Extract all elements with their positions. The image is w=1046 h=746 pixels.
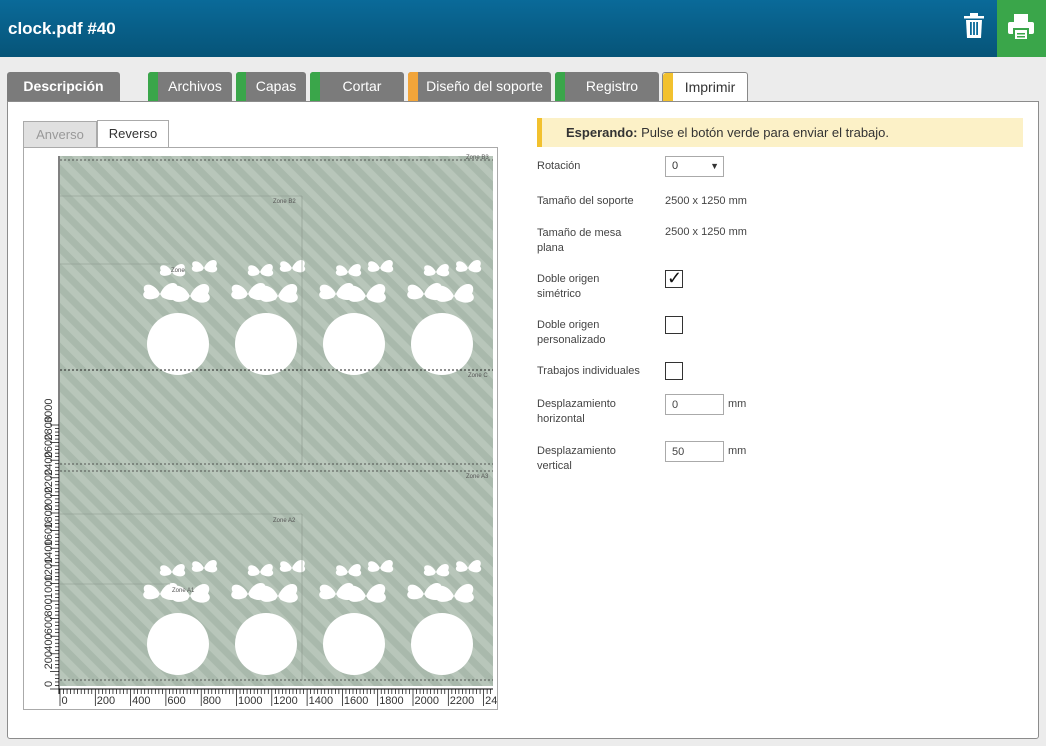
title-bar: clock.pdf #40 <box>0 0 1046 57</box>
individual-jobs-label: Trabajos individuales <box>537 365 640 377</box>
hshift-unit: mm <box>728 398 747 410</box>
status-mark <box>310 72 320 101</box>
rotation-select[interactable]: 0 ▼ <box>665 156 724 177</box>
x-tick-label: 1400 <box>309 695 333 707</box>
x-ruler: 0 200 400 600 800 1000 1200 1400 1600 1800 2000 220… <box>59 689 497 707</box>
tab-registro[interactable]: Registro <box>555 72 659 101</box>
tab-label: Cortar <box>342 78 382 94</box>
x-tick-label: 24 <box>485 695 497 707</box>
status-mark <box>555 72 565 101</box>
individual-jobs-checkbox[interactable] <box>665 362 683 380</box>
media-size-value: 2500 x 1250 mm <box>665 195 747 207</box>
zone-label: Zone C <box>468 373 488 379</box>
y-tick-label: 200 <box>43 651 55 669</box>
tab-label: Diseño del soporte <box>426 78 543 94</box>
table-size-label: Tamaño de mesa plana <box>537 226 621 256</box>
custom-origin-label-line: Doble origen <box>537 319 600 331</box>
layout-preview: Zone B3 Zone B2 Zone Zone C Zone A3 Zone… <box>23 147 498 710</box>
zone-label: Zone A2 <box>273 518 296 524</box>
hshift-label-line: horizontal <box>537 413 585 425</box>
x-tick-label: 2000 <box>415 695 439 707</box>
status-mark <box>408 72 418 101</box>
rotation-value: 0 <box>672 160 679 172</box>
tab-descripcion[interactable]: Descripción <box>7 72 120 101</box>
x-tick-label: 1600 <box>344 695 368 707</box>
tab-capas[interactable]: Capas <box>236 72 306 101</box>
status-banner: Esperando: Pulse el botón verde para env… <box>537 118 1023 147</box>
vshift-label: Desplazamiento vertical <box>537 444 616 474</box>
status-title: Esperando: <box>566 125 638 140</box>
sym-origin-label-line: simétrico <box>537 288 582 300</box>
y-tick-label: 800 <box>43 598 55 616</box>
tab-label: Archivos <box>168 78 222 94</box>
tab-label: Capas <box>255 78 297 94</box>
printer-icon <box>1008 14 1034 40</box>
custom-origin-checkbox[interactable] <box>665 316 683 334</box>
custom-origin-label: Doble origen personalizado <box>537 318 606 348</box>
sym-origin-label: Doble origen simétrico <box>537 272 599 302</box>
x-tick-label: 1000 <box>238 695 262 707</box>
tab-archivos[interactable]: Archivos <box>148 72 232 101</box>
tab-label: Imprimir <box>684 79 736 95</box>
sym-origin-label-line: Doble origen <box>537 273 600 285</box>
table-size-value: 2500 x 1250 mm <box>665 226 747 238</box>
sym-origin-checkbox[interactable]: ✓ <box>665 268 683 288</box>
tab-diseno-soporte[interactable]: Diseño del soporte <box>408 72 551 101</box>
print-button[interactable] <box>997 0 1046 57</box>
zone-label: Zone B3 <box>466 155 489 161</box>
y-tick-label: 0 <box>43 681 55 687</box>
hshift-label-line: Desplazamiento <box>537 398 616 410</box>
vshift-unit: mm <box>728 445 747 457</box>
x-tick-label: 2200 <box>450 695 474 707</box>
x-tick-label: 0 <box>62 695 68 707</box>
tab-label: Registro <box>585 78 639 94</box>
chevron-down-icon: ▼ <box>710 161 719 171</box>
y-tick-label: 3000 <box>43 399 55 423</box>
rotation-label: Rotación <box>537 160 581 172</box>
table-size-label-line: Tamaño de mesa <box>537 227 622 239</box>
tab-cortar[interactable]: Cortar <box>310 72 404 101</box>
checkmark-icon: ✓ <box>667 268 683 288</box>
hshift-label: Desplazamiento horizontal <box>537 397 616 427</box>
status-mark <box>663 73 673 102</box>
preview-canvas: Zone B3 Zone B2 Zone Zone C Zone A3 Zone… <box>43 155 497 707</box>
tab-anverso[interactable]: Anverso <box>23 121 97 149</box>
zone-label: Zone B2 <box>273 199 296 205</box>
trash-icon[interactable] <box>962 13 986 39</box>
status-mark <box>148 72 158 101</box>
x-tick-label: 200 <box>97 695 115 707</box>
x-tick-label: 800 <box>203 695 221 707</box>
x-tick-label: 1800 <box>379 695 403 707</box>
y-tick-label: 600 <box>43 616 55 634</box>
vshift-input[interactable] <box>665 441 724 462</box>
zone-label: Zone A1 <box>172 588 195 594</box>
zone-label: Zone A3 <box>466 474 489 480</box>
x-tick-label: 600 <box>167 695 185 707</box>
tab-imprimir[interactable]: Imprimir <box>662 72 748 103</box>
document-title: clock.pdf #40 <box>8 19 116 38</box>
y-tick-label: 400 <box>43 633 55 651</box>
status-mark <box>236 72 246 101</box>
zone-label: Zone <box>171 268 185 274</box>
status-message: Pulse el botón verde para enviar el trab… <box>637 125 890 140</box>
tab-label: Descripción <box>23 78 104 94</box>
media-size-label: Tamaño del soporte <box>537 195 634 207</box>
x-tick-label: 1200 <box>273 695 297 707</box>
tab-label: Reverso <box>108 126 158 141</box>
vshift-label-line: Desplazamiento <box>537 445 616 457</box>
table-size-label-line: plana <box>537 242 564 254</box>
tab-label: Anverso <box>36 127 84 142</box>
x-tick-label: 400 <box>132 695 150 707</box>
vshift-label-line: vertical <box>537 460 572 472</box>
hshift-input[interactable] <box>665 394 724 415</box>
tab-reverso[interactable]: Reverso <box>97 120 169 149</box>
custom-origin-label-line: personalizado <box>537 334 606 346</box>
